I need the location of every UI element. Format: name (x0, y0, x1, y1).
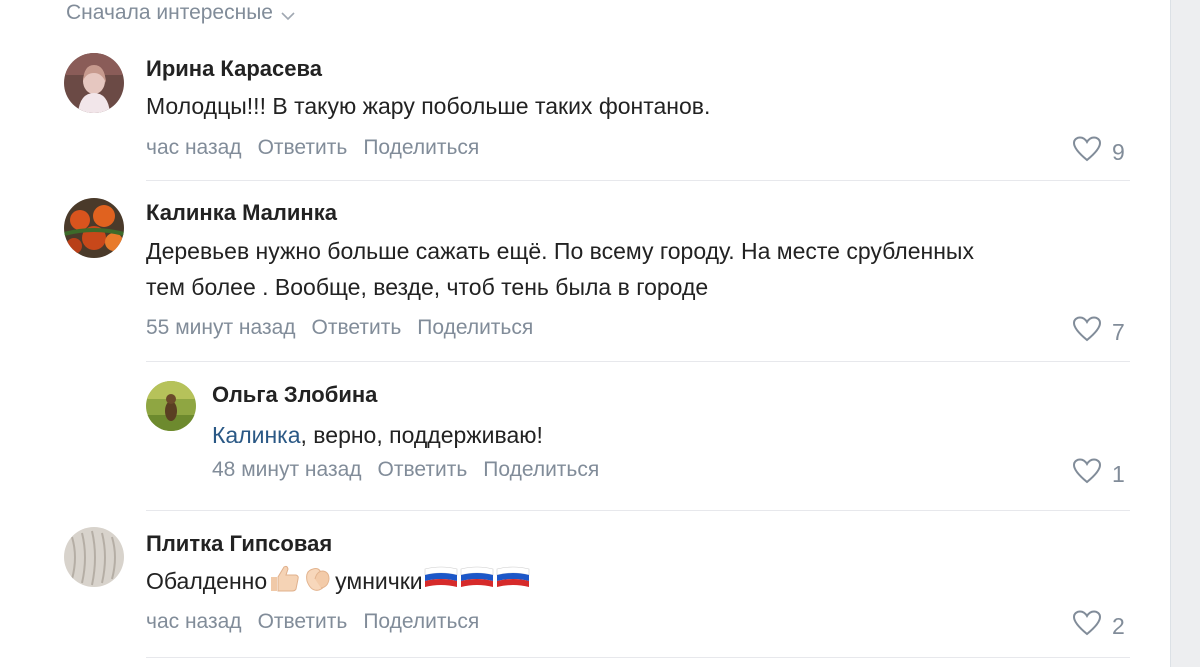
share-button[interactable]: Поделиться (483, 458, 599, 482)
share-button[interactable]: Поделиться (363, 610, 479, 634)
heart-icon (1072, 458, 1102, 490)
avatar[interactable] (64, 527, 124, 587)
comment-text-part-2: умнички (335, 568, 423, 595)
divider (146, 361, 1130, 362)
divider (146, 510, 1130, 511)
heart-icon (1072, 610, 1102, 642)
like-button[interactable]: 7 (1072, 316, 1125, 348)
sort-label: Сначала интересные (66, 1, 273, 24)
thumbs-up-icon (267, 563, 301, 603)
clapping-hands-icon (301, 563, 335, 603)
like-count: 1 (1112, 460, 1125, 487)
sort-dropdown[interactable]: Сначала интересные (66, 0, 295, 26)
reply-button[interactable]: Ответить (378, 458, 468, 482)
chevron-down-icon (281, 3, 295, 27)
avatar[interactable] (64, 53, 124, 113)
russian-flag-icon (459, 565, 495, 601)
comment-text-line-1: Деревьев нужно больше сажать ещё. По все… (146, 238, 974, 264)
divider (146, 657, 1130, 658)
comment-author[interactable]: Плитка Гипсовая (146, 531, 332, 557)
like-count: 9 (1112, 138, 1125, 165)
comment-actions: час назад Ответить Поделиться (146, 610, 495, 634)
like-count: 2 (1112, 612, 1125, 639)
comments-panel: Сначала интересные Ирина Карасева Молодц… (0, 0, 1171, 667)
mention-link[interactable]: Калинка (212, 422, 301, 448)
comment-actions: час назад Ответить Поделиться (146, 136, 495, 160)
comment-author[interactable]: Ольга Злобина (212, 382, 377, 408)
comment-text: Калинка, верно, поддерживаю! (212, 417, 543, 453)
comment-actions: 48 минут назад Ответить Поделиться (212, 458, 615, 482)
comment-text: Обалденно умнички (146, 563, 531, 603)
comment-author[interactable]: Калинка Малинка (146, 200, 337, 226)
russian-flag-icon (423, 565, 459, 601)
avatar[interactable] (146, 381, 196, 431)
share-button[interactable]: Поделиться (417, 316, 533, 340)
like-button[interactable]: 1 (1072, 458, 1125, 490)
comment-author[interactable]: Ирина Карасева (146, 56, 322, 82)
comment-text-rest: , верно, поддерживаю! (300, 422, 543, 448)
comment-text: Молодцы!!! В такую жару побольше таких ф… (146, 93, 711, 119)
comment-timestamp[interactable]: 55 минут назад (146, 316, 296, 340)
comment-timestamp[interactable]: час назад (146, 610, 242, 634)
reply-button[interactable]: Ответить (312, 316, 402, 340)
divider (146, 180, 1130, 181)
comment-text-part-1: Обалденно (146, 568, 268, 595)
avatar[interactable] (64, 198, 124, 258)
comment-text-line-2: тем более . Вообще, везде, чтоб тень был… (146, 274, 709, 300)
like-count: 7 (1112, 318, 1125, 345)
like-button[interactable]: 2 (1072, 610, 1125, 642)
reply-button[interactable]: Ответить (258, 136, 348, 160)
reply-button[interactable]: Ответить (258, 610, 348, 634)
comment-timestamp[interactable]: 48 минут назад (212, 458, 362, 482)
heart-icon (1072, 316, 1102, 348)
russian-flag-icon (495, 565, 531, 601)
like-button[interactable]: 9 (1072, 136, 1125, 168)
comment-actions: 55 минут назад Ответить Поделиться (146, 316, 549, 340)
share-button[interactable]: Поделиться (363, 136, 479, 160)
heart-icon (1072, 136, 1102, 168)
comment-timestamp[interactable]: час назад (146, 136, 242, 160)
